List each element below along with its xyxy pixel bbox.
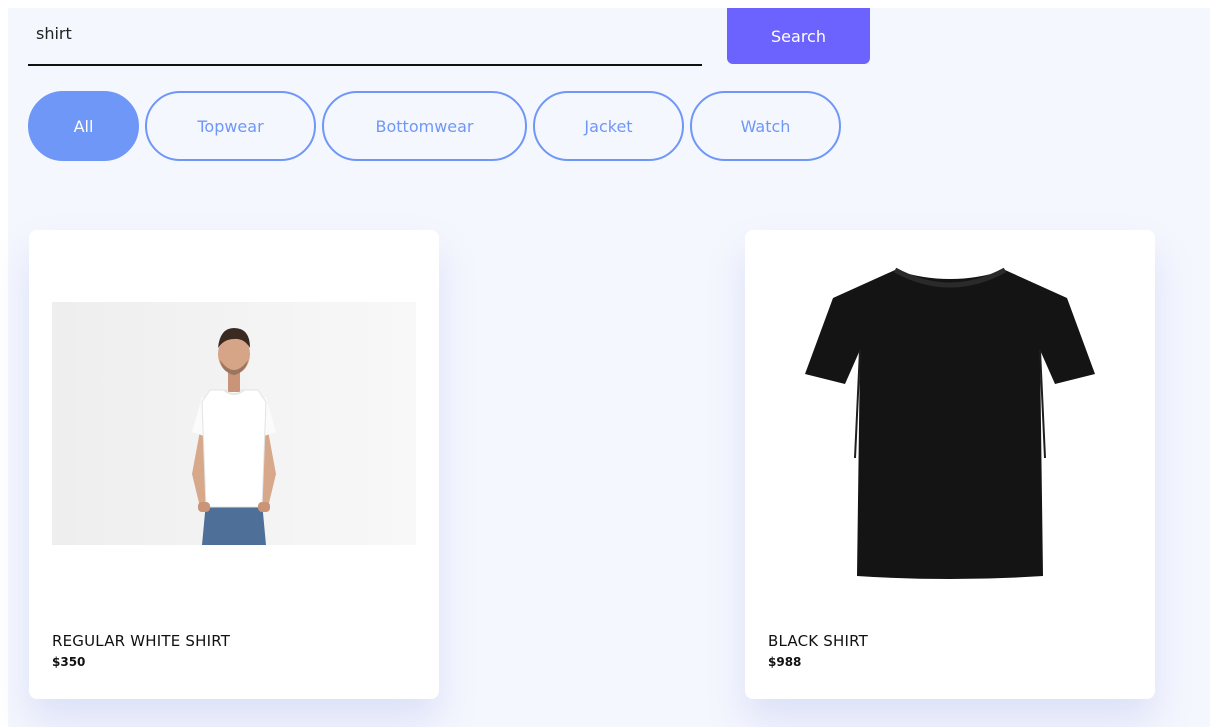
product-name[interactable]: REGULAR WHITE SHIRT (52, 632, 230, 650)
man-white-tshirt-photo (192, 328, 276, 545)
filter-all[interactable]: All (28, 91, 139, 161)
filter-watch[interactable]: Watch (690, 91, 841, 161)
product-price: $350 (52, 655, 86, 669)
search-button[interactable]: Search (727, 8, 870, 64)
product-image[interactable] (805, 258, 1095, 588)
black-tshirt-photo (805, 267, 1095, 579)
filter-jacket[interactable]: Jacket (533, 91, 684, 161)
page: Search All Topwear Bottomwear Jacket Wat… (8, 8, 1210, 727)
product-price: $988 (768, 655, 802, 669)
category-filters: All Topwear Bottomwear Jacket Watch (28, 91, 841, 161)
filter-topwear[interactable]: Topwear (145, 91, 316, 161)
search-bar (28, 8, 702, 66)
product-card[interactable]: REGULAR WHITE SHIRT $350 (29, 230, 439, 699)
product-image[interactable] (52, 302, 416, 545)
product-name[interactable]: BLACK SHIRT (768, 632, 868, 650)
filter-bottomwear[interactable]: Bottomwear (322, 91, 527, 161)
product-card[interactable]: BLACK SHIRT $988 (745, 230, 1155, 699)
search-input[interactable] (36, 18, 676, 48)
